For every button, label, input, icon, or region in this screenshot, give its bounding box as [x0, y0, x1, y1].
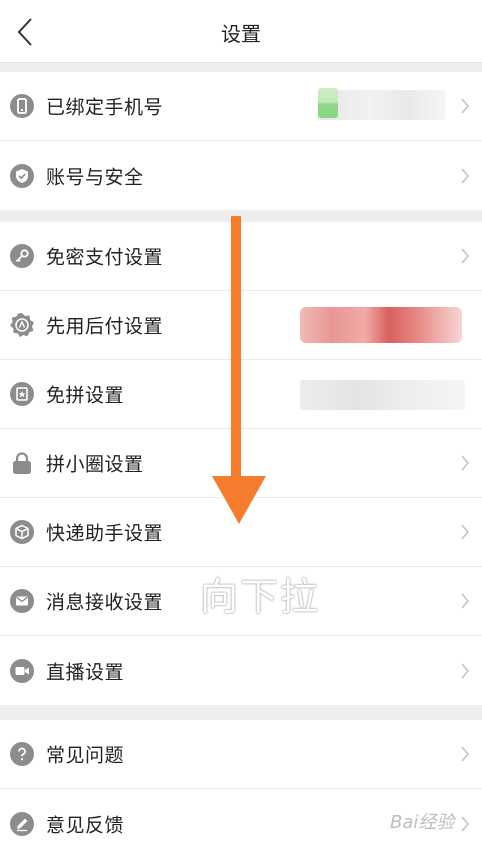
shield-check-icon — [10, 163, 34, 188]
chevron-right-icon — [461, 746, 470, 762]
edit-icon — [10, 811, 34, 836]
settings-item-express-helper[interactable]: 快递助手设置 — [0, 498, 482, 567]
settings-item-live-stream[interactable]: 直播设置 — [0, 636, 482, 705]
chevron-right-icon — [461, 455, 470, 471]
chevron-right-icon — [461, 593, 470, 609]
settings-item-circle[interactable]: 拼小圈设置 — [0, 429, 482, 498]
watermark: Bai经验 — [390, 812, 455, 833]
chevron-right-icon — [461, 524, 470, 540]
settings-item-label: 已绑定手机号 — [46, 96, 164, 119]
settings-item-label: 快递助手设置 — [46, 522, 164, 545]
key-icon — [10, 244, 34, 268]
lock-icon — [13, 452, 31, 474]
page-title: 设置 — [221, 22, 261, 46]
chevron-right-icon — [461, 248, 470, 264]
package-icon — [10, 520, 34, 544]
settings-group-features: 免密支付设置 先用后付设置 免拼设置 拼小圈设置 快递助手设置 消息接收设置 直… — [0, 222, 482, 705]
star-box-icon — [10, 382, 34, 406]
chevron-right-icon — [461, 98, 470, 114]
phone-number-redacted-green — [318, 88, 338, 118]
phone-icon — [10, 94, 34, 118]
settings-group-account: 已绑定手机号 账号与安全 — [0, 72, 482, 210]
settings-group-help: 常见问题 意见反馈 — [0, 720, 482, 858]
settings-item-label: 常见问题 — [46, 744, 125, 767]
settings-item-label: 意见反馈 — [46, 814, 125, 836]
settings-item-label: 消息接收设置 — [46, 591, 164, 614]
settings-item-label: 拼小圈设置 — [46, 453, 144, 476]
settings-item-label: 免密支付设置 — [46, 246, 164, 269]
chevron-right-icon — [461, 167, 470, 184]
chevron-right-icon — [461, 815, 470, 832]
badge-icon — [10, 313, 34, 337]
no-group-buy-status-redacted — [300, 380, 465, 410]
settings-item-password-free-pay[interactable]: 免密支付设置 — [0, 222, 482, 291]
settings-item-pay-later[interactable]: 先用后付设置 — [0, 291, 482, 360]
settings-item-label: 先用后付设置 — [46, 315, 164, 338]
mail-icon — [10, 589, 34, 613]
pay-later-status-redacted — [300, 307, 462, 343]
settings-item-label: 直播设置 — [46, 661, 125, 683]
settings-item-faq[interactable]: 常见问题 — [0, 720, 482, 789]
settings-item-account-security[interactable]: 账号与安全 — [0, 141, 482, 210]
settings-item-no-group-buy[interactable]: 免拼设置 — [0, 360, 482, 429]
nav-bar: 设置 — [0, 0, 482, 63]
settings-item-label: 账号与安全 — [46, 166, 144, 188]
scroll-hint-text: 向下拉 — [200, 575, 321, 619]
video-camera-icon — [10, 658, 34, 683]
chevron-right-icon — [461, 662, 470, 679]
settings-item-bound-phone[interactable]: 已绑定手机号 — [0, 72, 482, 141]
question-icon — [10, 742, 34, 766]
settings-item-label: 免拼设置 — [46, 384, 125, 407]
